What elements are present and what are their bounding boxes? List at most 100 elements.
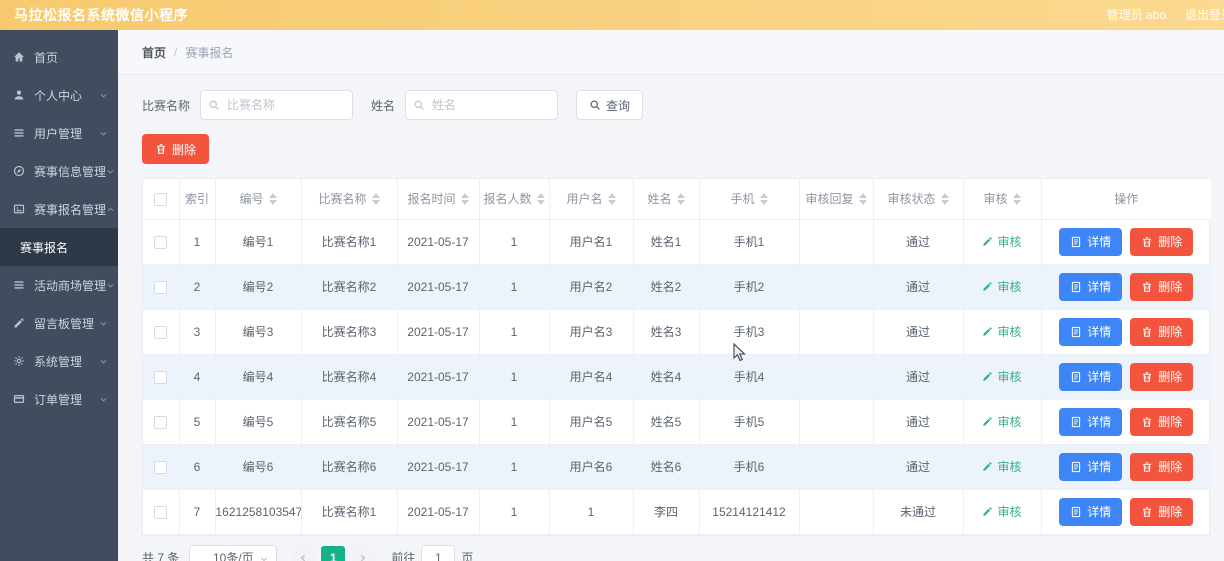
column-header-name[interactable]: 姓名 (633, 179, 699, 219)
sort-caret-icon[interactable] (941, 193, 949, 205)
detail-button[interactable]: 详情 (1059, 453, 1122, 481)
row-checkbox[interactable] (154, 281, 167, 294)
column-header-reply[interactable]: 审核回复 (799, 179, 873, 219)
sidebar-item-message-board-mgmt[interactable]: 留言板管理 (0, 304, 118, 342)
row-checkbox[interactable] (154, 506, 167, 519)
main-content: 首页 / 赛事报名 比赛名称 姓名 查询 删除 (118, 30, 1224, 561)
cell-count: 1 (479, 444, 549, 489)
table-row: 1编号1比赛名称12021-05-171用户名1姓名1手机1通过审核详情删除 (143, 219, 1211, 264)
goto-page-input[interactable] (421, 545, 455, 561)
bulk-delete-button[interactable]: 删除 (142, 134, 209, 164)
delete-row-button[interactable]: 删除 (1130, 408, 1193, 436)
sidebar-item-user-management[interactable]: 用户管理 (0, 114, 118, 152)
cell-reply (799, 399, 873, 444)
prev-page-button[interactable] (291, 546, 315, 561)
breadcrumb-home[interactable]: 首页 (142, 44, 166, 61)
audit-link[interactable]: 审核 (982, 368, 1021, 385)
column-header-status[interactable]: 审核状态 (873, 179, 963, 219)
cell-phone: 手机1 (699, 219, 799, 264)
column-header-username[interactable]: 用户名 (549, 179, 633, 219)
app-title: 马拉松报名系统微信小程序 (14, 0, 188, 30)
cell-reply (799, 219, 873, 264)
audit-link[interactable]: 审核 (982, 278, 1021, 295)
cell-race: 比赛名称6 (301, 444, 397, 489)
sidebar-subitem-event-signup[interactable]: 赛事报名 (0, 228, 118, 266)
person-name-input[interactable] (405, 90, 558, 120)
cell-race: 比赛名称4 (301, 354, 397, 399)
detail-button[interactable]: 详情 (1059, 363, 1122, 391)
detail-button[interactable]: 详情 (1059, 408, 1122, 436)
column-header-date[interactable]: 报名时间 (397, 179, 479, 219)
sort-caret-icon[interactable] (372, 193, 380, 205)
column-header-audit[interactable]: 审核 (963, 179, 1041, 219)
audit-link[interactable]: 审核 (982, 323, 1021, 340)
detail-button[interactable]: 详情 (1059, 318, 1122, 346)
sort-caret-icon[interactable] (1013, 193, 1021, 205)
delete-row-button[interactable]: 删除 (1130, 228, 1193, 256)
audit-link[interactable]: 审核 (982, 413, 1021, 430)
next-page-button[interactable] (351, 546, 375, 561)
row-checkbox[interactable] (154, 236, 167, 249)
row-checkbox[interactable] (154, 326, 167, 339)
page-size-select[interactable]: 10条/页 (189, 545, 277, 561)
sidebar-item-order-mgmt[interactable]: 订单管理 (0, 380, 118, 418)
audit-link[interactable]: 审核 (982, 503, 1021, 520)
audit-link[interactable]: 审核 (982, 458, 1021, 475)
cell-phone: 手机6 (699, 444, 799, 489)
column-header-count[interactable]: 报名人数 (479, 179, 549, 219)
chevron-right-icon (358, 553, 368, 561)
column-header-number[interactable]: 编号 (215, 179, 301, 219)
row-checkbox[interactable] (154, 416, 167, 429)
logout-link[interactable]: 退出登录 (1185, 0, 1224, 30)
sort-caret-icon[interactable] (269, 193, 277, 205)
audit-link[interactable]: 审核 (982, 233, 1021, 250)
cell-index: 4 (179, 354, 215, 399)
query-button[interactable]: 查询 (576, 90, 643, 120)
row-checkbox[interactable] (154, 461, 167, 474)
detail-button[interactable]: 详情 (1059, 228, 1122, 256)
sidebar-item-system-mgmt[interactable]: 系统管理 (0, 342, 118, 380)
sidebar-item-activity-mall-mgmt[interactable]: 活动商场管理 (0, 266, 118, 304)
cell-count: 1 (479, 399, 549, 444)
detail-button[interactable]: 详情 (1059, 498, 1122, 526)
edit-icon (982, 281, 993, 292)
column-header-phone[interactable]: 手机 (699, 179, 799, 219)
delete-row-button[interactable]: 删除 (1130, 498, 1193, 526)
sort-caret-icon[interactable] (608, 193, 616, 205)
cell-reply (799, 354, 873, 399)
sidebar-item-profile[interactable]: 个人中心 (0, 76, 118, 114)
sort-caret-icon[interactable] (760, 193, 768, 205)
cell-username: 用户名3 (549, 309, 633, 354)
page-number-button[interactable]: 1 (321, 546, 345, 561)
sidebar-item-event-signup-mgmt[interactable]: 赛事报名管理 (0, 190, 118, 228)
table-row: 6编号6比赛名称62021-05-171用户名6姓名6手机6通过审核详情删除 (143, 444, 1211, 489)
sidebar-item-event-info-mgmt[interactable]: 赛事信息管理 (0, 152, 118, 190)
sort-caret-icon[interactable] (677, 193, 685, 205)
race-name-input[interactable] (200, 90, 353, 120)
sort-caret-icon[interactable] (461, 193, 469, 205)
cell-count: 1 (479, 264, 549, 309)
menu-icon (13, 127, 25, 139)
cell-username: 用户名1 (549, 219, 633, 264)
cell-date: 2021-05-17 (397, 309, 479, 354)
chevron-down-icon (99, 319, 108, 328)
delete-row-button[interactable]: 删除 (1130, 363, 1193, 391)
delete-row-button[interactable]: 删除 (1130, 453, 1193, 481)
goto-suffix-label: 页 (461, 549, 473, 561)
column-header-race[interactable]: 比赛名称 (301, 179, 397, 219)
select-all-checkbox[interactable] (154, 193, 167, 206)
trash-icon (155, 143, 167, 155)
sort-caret-icon[interactable] (537, 193, 545, 205)
sort-caret-icon[interactable] (859, 193, 867, 205)
document-icon (1070, 371, 1082, 383)
detail-button[interactable]: 详情 (1059, 273, 1122, 301)
race-name-label: 比赛名称 (142, 97, 190, 114)
chevron-up-icon (106, 205, 115, 214)
cell-number: 编号6 (215, 444, 301, 489)
cell-status: 通过 (873, 444, 963, 489)
delete-row-button[interactable]: 删除 (1130, 318, 1193, 346)
delete-row-button[interactable]: 删除 (1130, 273, 1193, 301)
row-checkbox[interactable] (154, 371, 167, 384)
edit-icon (982, 371, 993, 382)
sidebar-item-home[interactable]: 首页 (0, 38, 118, 76)
